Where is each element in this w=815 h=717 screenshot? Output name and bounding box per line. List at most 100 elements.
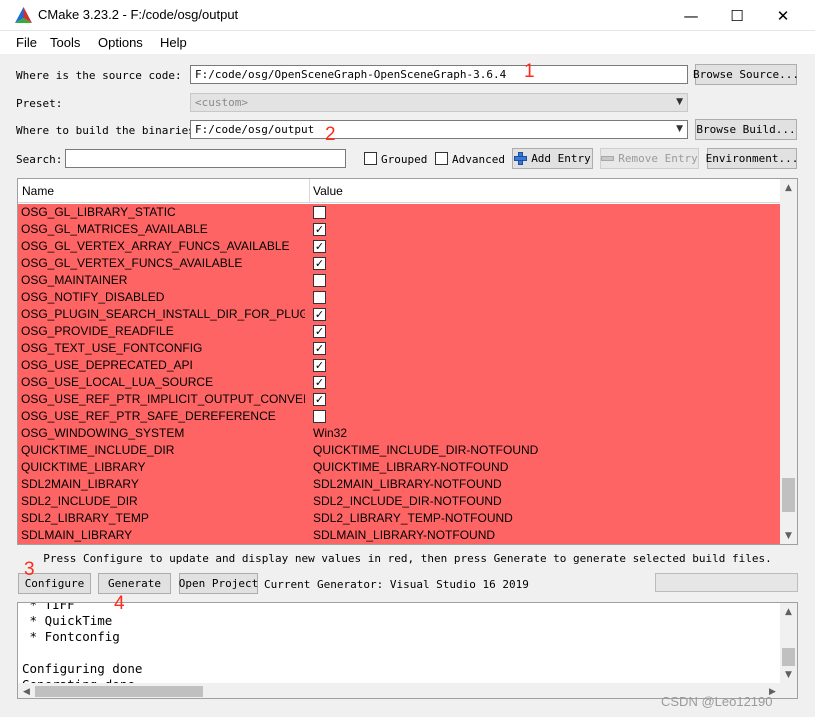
cell-value[interactable]: SDLMAIN_LIBRARY-NOTFOUND xyxy=(313,528,495,542)
browse-build-button[interactable]: Browse Build... xyxy=(695,119,797,140)
environment-label: Environment... xyxy=(705,152,799,165)
table-row[interactable]: SDL2_INCLUDE_DIR SDL2_INCLUDE_DIR-NOTFOUN… xyxy=(18,493,781,510)
cell-value[interactable]: Win32 xyxy=(313,426,347,440)
scroll-down-arrow-icon[interactable]: ▼ xyxy=(780,666,797,683)
current-generator-text: Current Generator: Visual Studio 16 2019 xyxy=(264,578,529,591)
remove-entry-button[interactable]: Remove Entry xyxy=(600,148,699,169)
generate-button[interactable]: Generate xyxy=(98,573,171,594)
cell-name: OSG_USE_REF_PTR_IMPLICIT_OUTPUT_CONVER..… xyxy=(21,392,305,406)
add-entry-button[interactable]: Add Entry xyxy=(512,148,593,169)
column-divider[interactable] xyxy=(309,179,310,203)
value-checkbox-unchecked[interactable] xyxy=(313,410,326,423)
scroll-down-arrow-icon[interactable]: ▼ xyxy=(780,527,797,544)
table-vertical-scrollbar[interactable]: ▲ ▼ xyxy=(780,179,797,544)
value-checkbox-checked[interactable]: ✓ xyxy=(313,257,326,270)
output-line: * Fontconfig xyxy=(22,629,120,644)
cell-value[interactable]: SDL2_INCLUDE_DIR-NOTFOUND xyxy=(313,494,502,508)
output-scroll-thumb[interactable] xyxy=(782,648,795,666)
table-row[interactable]: OSG_GL_MATRICES_AVAILABLE ✓ xyxy=(18,221,781,238)
plus-icon xyxy=(514,152,528,165)
table-header: Name Value xyxy=(18,179,781,203)
table-row[interactable]: SDL2MAIN_LIBRARY SDL2MAIN_LIBRARY-NOTFOUN… xyxy=(18,476,781,493)
cache-table[interactable]: Name Value OSG_GL_LIBRARY_STATIC OSG_GL_M… xyxy=(17,178,798,545)
table-row[interactable]: OSG_GL_LIBRARY_STATIC xyxy=(18,204,781,221)
cell-value[interactable]: QUICKTIME_INCLUDE_DIR-NOTFOUND xyxy=(313,443,538,457)
table-row[interactable]: OSG_TEXT_USE_FONTCONFIG ✓ xyxy=(18,340,781,357)
menu-tools[interactable]: Tools xyxy=(50,35,80,50)
table-row[interactable]: OSG_GL_VERTEX_FUNCS_AVAILABLE ✓ xyxy=(18,255,781,272)
table-row[interactable]: OSG_USE_DEPRECATED_API ✓ xyxy=(18,357,781,374)
cell-name: OSG_PLUGIN_SEARCH_INSTALL_DIR_FOR_PLUG..… xyxy=(21,307,305,321)
value-checkbox-checked[interactable]: ✓ xyxy=(313,325,326,338)
menu-file[interactable]: File xyxy=(16,35,37,50)
cell-name: SDL2_LIBRARY_TEMP xyxy=(21,511,149,525)
cell-name: SDL2_INCLUDE_DIR xyxy=(21,494,138,508)
browse-source-label: Browse Source... xyxy=(693,68,799,81)
cell-name: QUICKTIME_INCLUDE_DIR xyxy=(21,443,175,457)
value-checkbox-checked[interactable]: ✓ xyxy=(313,359,326,372)
grouped-checkbox[interactable] xyxy=(364,152,377,165)
scroll-up-arrow-icon[interactable]: ▲ xyxy=(780,179,797,196)
close-button[interactable]: ✕ xyxy=(760,0,806,31)
cell-name: OSG_TEXT_USE_FONTCONFIG xyxy=(21,341,203,355)
scroll-left-arrow-icon[interactable]: ◀ xyxy=(18,683,35,698)
cell-value[interactable]: QUICKTIME_LIBRARY-NOTFOUND xyxy=(313,460,508,474)
build-label: Where to build the binaries: xyxy=(16,124,202,137)
output-log[interactable]: * TIFF * QuickTime * Fontconfig Configuri… xyxy=(17,602,798,699)
value-checkbox-unchecked[interactable] xyxy=(313,206,326,219)
value-checkbox-checked[interactable]: ✓ xyxy=(313,342,326,355)
preset-combo[interactable]: <custom> ▼ xyxy=(190,93,688,112)
value-checkbox-checked[interactable]: ✓ xyxy=(313,393,326,406)
output-hscroll-thumb[interactable] xyxy=(35,686,203,697)
browse-source-button[interactable]: Browse Source... xyxy=(693,64,799,85)
table-row[interactable]: OSG_GL_VERTEX_ARRAY_FUNCS_AVAILABLE ✓ xyxy=(18,238,781,255)
table-body: OSG_GL_LIBRARY_STATIC OSG_GL_MATRICES_AVA… xyxy=(18,204,781,544)
value-checkbox-checked[interactable]: ✓ xyxy=(313,376,326,389)
table-row[interactable]: OSG_USE_LOCAL_LUA_SOURCE ✓ xyxy=(18,374,781,391)
cell-value[interactable]: SDL2_LIBRARY_TEMP-NOTFOUND xyxy=(313,511,513,525)
table-row[interactable]: OSG_MAINTAINER xyxy=(18,272,781,289)
cell-value[interactable]: SDL2MAIN_LIBRARY-NOTFOUND xyxy=(313,477,502,491)
environment-button[interactable]: Environment... xyxy=(705,148,799,169)
table-row[interactable]: SDL2_LIBRARY_TEMP SDL2_LIBRARY_TEMP-NOTFO… xyxy=(18,510,781,527)
table-row[interactable]: OSG_PLUGIN_SEARCH_INSTALL_DIR_FOR_PLUG..… xyxy=(18,306,781,323)
value-checkbox-checked[interactable]: ✓ xyxy=(313,240,326,253)
table-row[interactable]: OSG_USE_REF_PTR_IMPLICIT_OUTPUT_CONVER..… xyxy=(18,391,781,408)
table-row[interactable]: OSG_WINDOWING_SYSTEM Win32 xyxy=(18,425,781,442)
value-checkbox-checked[interactable]: ✓ xyxy=(313,223,326,236)
value-checkbox-unchecked[interactable] xyxy=(313,274,326,287)
maximize-button[interactable]: ☐ xyxy=(714,0,760,31)
column-header-name[interactable]: Name xyxy=(22,184,54,198)
advanced-label: Advanced xyxy=(452,153,505,166)
annotation-4: 4 xyxy=(114,593,125,614)
table-scroll-thumb[interactable] xyxy=(782,478,795,513)
table-row[interactable]: QUICKTIME_LIBRARY QUICKTIME_LIBRARY-NOTFO… xyxy=(18,459,781,476)
table-row[interactable]: QUICKTIME_INCLUDE_DIR QUICKTIME_INCLUDE_D… xyxy=(18,442,781,459)
value-checkbox-checked[interactable]: ✓ xyxy=(313,308,326,321)
menu-help[interactable]: Help xyxy=(160,35,187,50)
output-vertical-scrollbar[interactable]: ▲ ▼ xyxy=(780,603,797,683)
cell-name: OSG_NOTIFY_DISABLED xyxy=(21,290,165,304)
search-input[interactable] xyxy=(65,149,346,168)
minimize-button[interactable]: — xyxy=(668,0,714,31)
configure-hint: Press Configure to update and display ne… xyxy=(43,552,772,565)
table-row[interactable]: OSG_NOTIFY_DISABLED xyxy=(18,289,781,306)
cell-name: OSG_USE_DEPRECATED_API xyxy=(21,358,193,372)
annotation-1: 1 xyxy=(524,61,535,82)
table-row[interactable]: SDLMAIN_LIBRARY SDLMAIN_LIBRARY-NOTFOUND xyxy=(18,527,781,544)
open-project-button[interactable]: Open Project xyxy=(179,573,258,594)
table-row[interactable]: OSG_PROVIDE_READFILE ✓ xyxy=(18,323,781,340)
grouped-label: Grouped xyxy=(381,153,428,166)
column-header-value[interactable]: Value xyxy=(313,184,343,198)
cell-name: OSG_MAINTAINER xyxy=(21,273,128,287)
advanced-checkbox[interactable] xyxy=(435,152,448,165)
menu-options[interactable]: Options xyxy=(98,35,143,50)
table-row[interactable]: OSG_USE_REF_PTR_SAFE_DEREFERENCE xyxy=(18,408,781,425)
cell-name: OSG_GL_LIBRARY_STATIC xyxy=(21,205,176,219)
annotation-3: 3 xyxy=(24,559,35,580)
scroll-up-arrow-icon[interactable]: ▲ xyxy=(780,603,797,620)
source-path-input[interactable]: F:/code/osg/OpenSceneGraph-OpenSceneGrap… xyxy=(190,65,688,84)
cell-name: OSG_PROVIDE_READFILE xyxy=(21,324,174,338)
value-checkbox-unchecked[interactable] xyxy=(313,291,326,304)
build-path-combo[interactable]: F:/code/osg/output ▼ xyxy=(190,120,688,139)
